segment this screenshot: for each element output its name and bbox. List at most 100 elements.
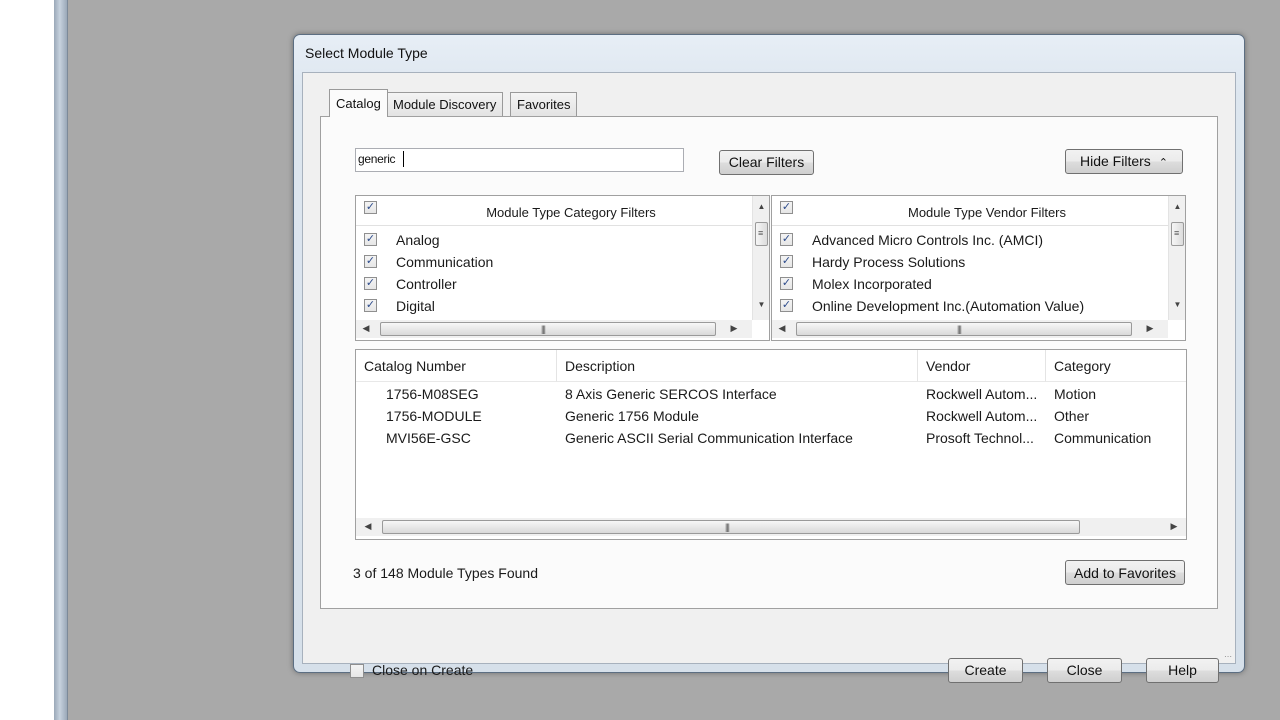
checkbox-checked-icon[interactable]: ✓ <box>780 299 793 312</box>
vendor-filter-label: Molex Incorporated <box>812 276 932 292</box>
checkbox-checked-icon[interactable]: ✓ <box>780 277 793 290</box>
category-filter-label: Controller <box>396 276 457 292</box>
cell-catalog-number: 1756-M08SEG <box>386 386 479 402</box>
grip-icon: ≡ <box>1174 228 1179 238</box>
category-filter-label: Communication <box>396 254 494 270</box>
category-filter-row[interactable]: ✓ Controller <box>356 273 752 295</box>
scroll-right-arrow-icon[interactable]: ▶ <box>1168 521 1180 532</box>
category-filter-label: Analog <box>396 232 440 248</box>
background-window <box>0 0 54 720</box>
cell-category: Other <box>1054 408 1090 424</box>
checkbox-checked-icon[interactable]: ✓ <box>364 255 377 268</box>
search-input[interactable]: generic <box>355 148 684 172</box>
column-header-category[interactable]: Category <box>1046 350 1186 382</box>
category-filter-row[interactable]: ✓ Analog <box>356 229 752 251</box>
tab-catalog[interactable]: Catalog <box>329 89 388 117</box>
vendor-horizontal-scrollbar[interactable]: ◀ ||| ▶ <box>772 320 1168 338</box>
scroll-left-arrow-icon[interactable]: ◀ <box>360 323 372 334</box>
hide-filters-button[interactable]: Hide Filters ⌃ <box>1065 149 1183 174</box>
vendor-select-all-checkbox[interactable]: ✓ <box>780 201 793 214</box>
category-filters-list: ✓ Module Type Category Filters ✓ Analog … <box>355 195 770 341</box>
checkbox-checked-icon[interactable]: ✓ <box>780 255 793 268</box>
tab-strip: Catalog Module Discovery Favorites <box>323 89 1203 117</box>
catalog-tab-panel: generic Clear Filters Hide Filters ⌃ ✓ Mo… <box>320 116 1218 609</box>
module-results-table: Catalog Number Description Vendor Catego… <box>355 349 1187 540</box>
scroll-thumb[interactable]: ≡ <box>755 222 768 246</box>
scroll-left-arrow-icon[interactable]: ◀ <box>362 521 374 532</box>
help-button[interactable]: Help <box>1146 658 1219 683</box>
scroll-up-arrow-icon[interactable]: ▲ <box>1169 202 1186 211</box>
scroll-down-arrow-icon[interactable]: ▼ <box>1169 300 1186 309</box>
table-row[interactable]: 1756-M08SEG 8 Axis Generic SERCOS Interf… <box>356 384 1186 406</box>
category-filter-label: Digital <box>396 298 435 314</box>
table-row[interactable]: 1756-MODULE Generic 1756 Module Rockwell… <box>356 406 1186 428</box>
scroll-thumb[interactable]: ||| <box>796 322 1132 336</box>
scroll-up-arrow-icon[interactable]: ▲ <box>753 202 770 211</box>
cell-catalog-number: 1756-MODULE <box>386 408 482 424</box>
scroll-left-arrow-icon[interactable]: ◀ <box>776 323 788 334</box>
checkbox-checked-icon[interactable]: ✓ <box>364 233 377 246</box>
vendor-filters-list: ✓ Module Type Vendor Filters ✓ Advanced … <box>771 195 1186 341</box>
double-chevron-up-icon: ⌃ <box>1158 157 1168 169</box>
cell-category: Motion <box>1054 386 1097 402</box>
vendor-filters-header: ✓ Module Type Vendor Filters <box>772 196 1168 226</box>
tab-module-discovery[interactable]: Module Discovery <box>386 92 504 117</box>
results-horizontal-scrollbar[interactable]: ◀ ||| ▶ <box>356 518 1186 536</box>
cell-vendor: Rockwell Autom... <box>926 408 1038 424</box>
close-on-create-label: Close on Create <box>372 662 474 678</box>
scroll-right-arrow-icon[interactable]: ▶ <box>728 323 740 334</box>
scroll-right-arrow-icon[interactable]: ▶ <box>1144 323 1156 334</box>
category-select-all-checkbox[interactable]: ✓ <box>364 201 377 214</box>
scroll-thumb[interactable]: ||| <box>382 520 1080 534</box>
cell-description: Generic 1756 Module <box>565 408 699 424</box>
create-button[interactable]: Create <box>948 658 1023 683</box>
vendor-filter-row[interactable]: ✓ Hardy Process Solutions <box>772 251 1168 273</box>
close-button[interactable]: Close <box>1047 658 1122 683</box>
vendor-filter-label: Advanced Micro Controls Inc. (AMCI) <box>812 232 1044 248</box>
vendor-filter-row[interactable]: ✓ Online Development Inc.(Automation Val… <box>772 295 1168 317</box>
category-filter-row[interactable]: ✓ Communication <box>356 251 752 273</box>
text-caret <box>403 151 404 167</box>
grip-icon: ≡ <box>758 228 763 238</box>
cell-category: Communication <box>1054 430 1152 446</box>
clear-filters-button[interactable]: Clear Filters <box>719 150 814 175</box>
checkbox-checked-icon[interactable]: ✓ <box>364 299 377 312</box>
vendor-filter-label: Hardy Process Solutions <box>812 254 966 270</box>
column-header-description[interactable]: Description <box>557 350 918 382</box>
grip-icon: ||| <box>725 522 730 532</box>
category-vertical-scrollbar[interactable]: ▲ ≡ ▼ <box>752 196 769 320</box>
vendor-filter-label: Online Development Inc.(Automation Value… <box>812 298 1085 314</box>
category-horizontal-scrollbar[interactable]: ◀ ||| ▶ <box>356 320 752 338</box>
cell-catalog-number: MVI56E-GSC <box>386 430 471 446</box>
grip-icon: ||| <box>541 324 546 334</box>
tab-favorites[interactable]: Favorites <box>510 92 578 117</box>
dialog-title: Select Module Type <box>305 45 428 61</box>
select-module-type-dialog: Select Module Type Catalog Module Discov… <box>293 34 1245 683</box>
window-edge-scrollbar <box>54 0 68 720</box>
results-count-text: 3 of 148 Module Types Found <box>353 565 538 581</box>
vendor-filter-row[interactable]: ✓ Advanced Micro Controls Inc. (AMCI) <box>772 229 1168 251</box>
vendor-filters-title: Module Type Vendor Filters <box>907 205 1066 220</box>
cell-vendor: Rockwell Autom... <box>926 386 1038 402</box>
grip-icon: ||| <box>957 324 962 334</box>
cell-vendor: Prosoft Technol... <box>926 430 1034 446</box>
category-filters-header: ✓ Module Type Category Filters <box>356 196 752 226</box>
vendor-vertical-scrollbar[interactable]: ▲ ≡ ▼ <box>1168 196 1185 320</box>
category-filter-row[interactable]: ✓ Digital <box>356 295 752 317</box>
resize-grip-icon[interactable]: ⋯ <box>1224 652 1232 661</box>
checkbox-checked-icon[interactable]: ✓ <box>364 277 377 290</box>
cell-description: 8 Axis Generic SERCOS Interface <box>565 386 777 402</box>
add-to-favorites-button[interactable]: Add to Favorites <box>1065 560 1185 585</box>
table-row[interactable]: MVI56E-GSC Generic ASCII Serial Communic… <box>356 428 1186 450</box>
vendor-filter-row[interactable]: ✓ Molex Incorporated <box>772 273 1168 295</box>
scroll-thumb[interactable]: ||| <box>380 322 716 336</box>
checkbox-checked-icon[interactable]: ✓ <box>780 233 793 246</box>
category-filters-title: Module Type Category Filters <box>486 205 656 220</box>
checkbox-unchecked-icon[interactable] <box>350 664 364 678</box>
column-header-catalog-number[interactable]: Catalog Number <box>356 350 557 382</box>
scroll-thumb[interactable]: ≡ <box>1171 222 1184 246</box>
scroll-down-arrow-icon[interactable]: ▼ <box>753 300 770 309</box>
hide-filters-label: Hide Filters <box>1079 153 1151 169</box>
cell-description: Generic ASCII Serial Communication Inter… <box>565 430 853 446</box>
column-header-vendor[interactable]: Vendor <box>918 350 1046 382</box>
